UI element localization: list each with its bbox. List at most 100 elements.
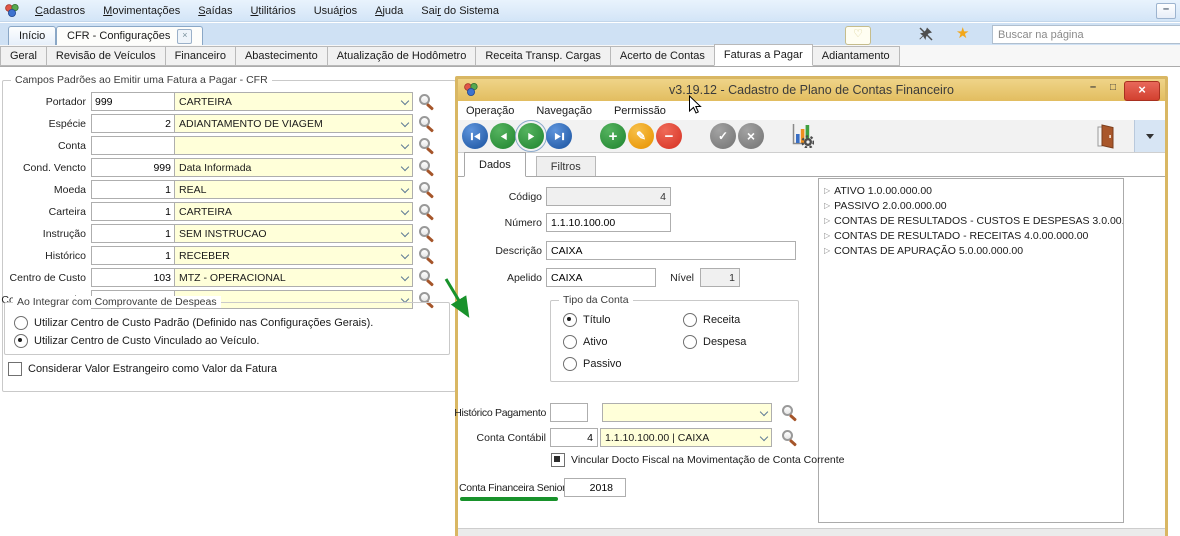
radio-passivo[interactable]: Passivo [563,357,622,371]
centro-custo-code-input[interactable] [91,268,175,287]
radio-ativo[interactable]: Ativo [563,335,607,349]
especie-code-input[interactable] [91,114,175,133]
conta-financeira-senior-input[interactable] [564,478,626,497]
portador-code-input[interactable] [91,92,175,111]
conta-contabil-combo[interactable]: 1.1.10.100.00 | CAIXA [600,428,772,447]
chevron-down-icon[interactable] [397,137,412,154]
chevron-down-icon[interactable] [756,404,771,421]
close-tab-icon[interactable]: × [177,29,192,44]
conta-combo[interactable] [175,136,413,155]
search-lookup-icon[interactable] [418,203,435,220]
last-record-button[interactable] [546,123,572,149]
dialog-title-bar[interactable]: v3.19.12 - Cadastro de Plano de Contas F… [458,79,1165,101]
search-lookup-icon[interactable] [418,115,435,132]
search-lookup-icon[interactable] [418,137,435,154]
expand-icon[interactable] [824,186,830,195]
checkbox-icon[interactable] [8,362,22,376]
dialog-maximize-button[interactable]: □ [1105,82,1121,93]
centro-custo-combo[interactable]: MTZ - OPERACIONAL [175,268,413,287]
chevron-down-icon[interactable] [397,115,412,132]
radio-titulo[interactable]: Título [563,313,611,327]
apelido-input[interactable] [546,268,656,287]
instrucao-combo[interactable]: SEM INSTRUCAO [175,224,413,243]
radio-checked-icon[interactable] [563,313,577,327]
checkbox-checked-icon[interactable] [551,453,565,467]
edit-record-button[interactable]: ✎ [628,123,654,149]
favorites-star-icon[interactable]: ★ [956,24,969,42]
tree-item-passivo[interactable]: PASSIVO 2.0.00.000.00 [819,198,1123,213]
menu-utilitarios[interactable]: Utilitários [241,2,304,20]
tab-filtros[interactable]: Filtros [536,156,596,176]
chevron-down-icon[interactable] [397,93,412,110]
moeda-combo[interactable]: REAL [175,180,413,199]
menu-saidas[interactable]: Saídas [189,2,241,20]
radio-icon[interactable] [14,316,28,330]
tab-faturas-a-pagar[interactable]: Faturas a Pagar [714,44,813,66]
descricao-input[interactable] [546,241,796,260]
tab-receita-transp-cargas[interactable]: Receita Transp. Cargas [475,46,611,66]
menu-navegacao[interactable]: Navegação [533,103,603,119]
toolbar-more-dropdown[interactable] [1134,120,1165,152]
checkbox-valor-estrangeiro[interactable]: Considerar Valor Estrangeiro como Valor … [8,362,277,376]
historico-pagamento-combo[interactable] [602,403,772,422]
numero-input[interactable] [546,213,671,232]
carteira-code-input[interactable] [91,202,175,221]
expand-icon[interactable] [824,216,830,225]
instrucao-code-input[interactable] [91,224,175,243]
window-minimize-button[interactable]: – [1156,3,1176,19]
historico-code-input[interactable] [91,246,175,265]
tab-revisao-de-veiculos[interactable]: Revisão de Veículos [46,46,166,66]
chevron-down-icon[interactable] [397,247,412,264]
search-lookup-icon[interactable] [781,429,798,446]
menu-permissao[interactable]: Permissão [611,103,677,119]
menu-movimentacoes[interactable]: Movimentações [94,2,189,20]
radio-receita[interactable]: Receita [683,313,740,327]
radio-icon[interactable] [563,357,577,371]
radio-despesa[interactable]: Despesa [683,335,746,349]
tab-geral[interactable]: Geral [0,46,47,66]
search-input[interactable] [992,25,1180,44]
confirm-button[interactable]: ✓ [710,123,736,149]
historico-combo[interactable]: RECEBER [175,246,413,265]
checkbox-vincular-docto-fiscal[interactable]: Vincular Docto Fiscal na Movimentação de… [551,453,845,467]
menu-operacao[interactable]: Operação [463,103,525,119]
chevron-down-icon[interactable] [397,181,412,198]
radio-centro-custo-vinculado[interactable]: Utilizar Centro de Custo Vinculado ao Ve… [14,334,259,348]
menu-cadastros[interactable]: Cadastros [26,2,94,20]
delete-record-button[interactable]: − [656,123,682,149]
previous-record-button[interactable] [490,123,516,149]
first-record-button[interactable] [462,123,488,149]
radio-checked-icon[interactable] [14,334,28,348]
search-lookup-icon[interactable] [418,159,435,176]
tab-financeiro[interactable]: Financeiro [165,46,236,66]
menu-ajuda[interactable]: Ajuda [366,2,412,20]
tab-inicio[interactable]: Início [8,26,56,45]
radio-icon[interactable] [563,335,577,349]
especie-combo[interactable]: ADIANTAMENTO DE VIAGEM [175,114,413,133]
cond-vencto-code-input[interactable] [91,158,175,177]
portador-combo[interactable]: CARTEIRA [175,92,413,111]
chevron-down-icon[interactable] [397,159,412,176]
radio-icon[interactable] [683,335,697,349]
radio-centro-custo-padrao[interactable]: Utilizar Centro de Custo Padrão (Definid… [14,316,373,330]
tree-item-custos-despesas[interactable]: CONTAS DE RESULTADOS - CUSTOS E DESPESAS… [819,213,1123,228]
tab-adiantamento[interactable]: Adiantamento [812,46,900,66]
tree-item-receitas[interactable]: CONTAS DE RESULTADO - RECEITAS 4.0.00.00… [819,228,1123,243]
tree-item-ativo[interactable]: ATIVO 1.0.00.000.00 [819,183,1123,198]
chevron-down-icon[interactable] [397,225,412,242]
tab-acerto-de-contas[interactable]: Acerto de Contas [610,46,715,66]
conta-contabil-code-input[interactable] [550,428,598,447]
search-lookup-icon[interactable] [418,181,435,198]
tab-dados[interactable]: Dados [464,152,526,177]
expand-icon[interactable] [824,246,830,255]
tab-abastecimento[interactable]: Abastecimento [235,46,328,66]
radio-icon[interactable] [683,313,697,327]
expand-icon[interactable] [824,201,830,210]
conta-code-input[interactable] [91,136,175,155]
menu-usuarios[interactable]: Usuários [305,2,366,20]
chevron-down-icon[interactable] [397,203,412,220]
cancel-button[interactable]: × [738,123,764,149]
historico-pagamento-code-input[interactable] [550,403,588,422]
tab-atualizacao-de-hodometro[interactable]: Atualização de Hodômetro [327,46,477,66]
dialog-minimize-button[interactable]: – [1085,81,1101,93]
